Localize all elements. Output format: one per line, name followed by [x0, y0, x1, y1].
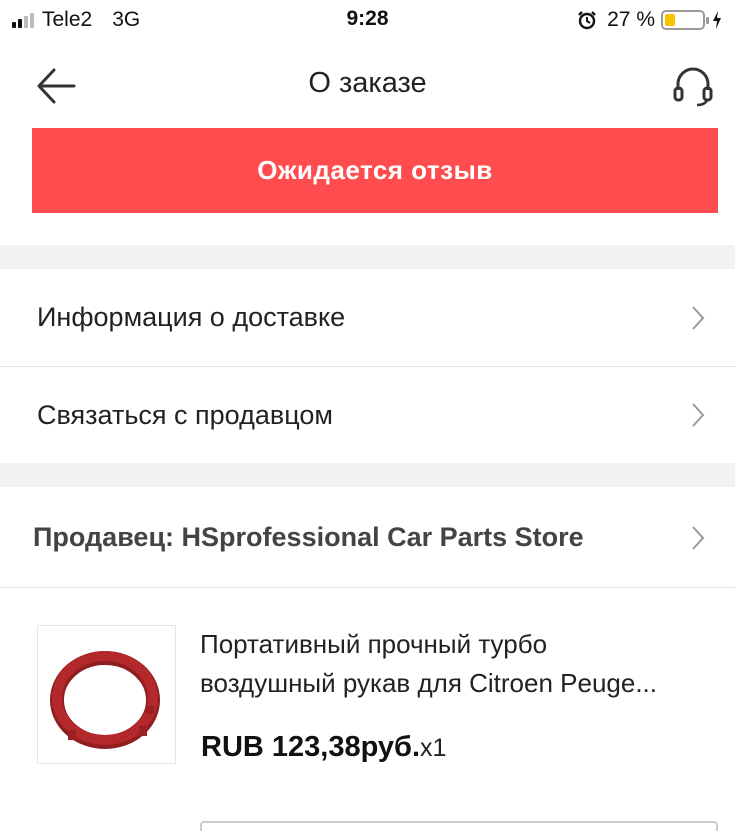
support-button[interactable]	[671, 64, 715, 108]
row-divider	[0, 587, 735, 588]
product-price-block: RUB 123,38руб.x1	[201, 731, 446, 764]
product-title[interactable]: Портативный прочный турбо воздушный рука…	[200, 625, 715, 703]
battery-icon	[661, 10, 709, 30]
status-bar: Tele2 3G 9:28 27 %	[0, 0, 735, 42]
section-divider	[0, 245, 735, 269]
headset-icon	[673, 67, 713, 107]
seller-name: Продавец: HSprofessional Car Parts Store	[33, 522, 584, 552]
chevron-right-icon	[692, 403, 705, 427]
alarm-icon	[578, 11, 596, 30]
status-right: 27 %	[577, 8, 723, 32]
charging-icon	[713, 11, 721, 29]
product-ring-image	[50, 651, 160, 749]
product-quantity: x1	[420, 734, 447, 762]
battery-level	[665, 14, 675, 26]
product-action-button[interactable]	[200, 821, 718, 831]
product-image[interactable]	[37, 625, 176, 764]
delivery-info-label: Информация о доставке	[37, 302, 346, 332]
product-title-line: Портативный прочный турбо	[200, 629, 548, 659]
chevron-right-icon	[692, 306, 705, 330]
product-title-line: воздушный рукав для Citroen Peuge...	[200, 668, 658, 698]
section-divider	[0, 463, 735, 487]
order-status-banner: Ожидается отзыв	[32, 128, 718, 213]
contact-seller-label: Связаться с продавцом	[37, 400, 333, 430]
battery-percent: 27 %	[607, 8, 655, 31]
chevron-right-icon	[692, 526, 705, 550]
delivery-info-row[interactable]: Информация о доставке	[0, 269, 735, 366]
seller-row[interactable]: Продавец: HSprofessional Car Parts Store	[0, 487, 735, 587]
order-status-text: Ожидается отзыв	[257, 155, 493, 185]
product-price: RUB 123,38руб.	[201, 731, 421, 763]
contact-seller-row[interactable]: Связаться с продавцом	[0, 367, 735, 463]
nav-bar: О заказе	[0, 44, 735, 124]
page-title: О заказе	[308, 67, 427, 99]
